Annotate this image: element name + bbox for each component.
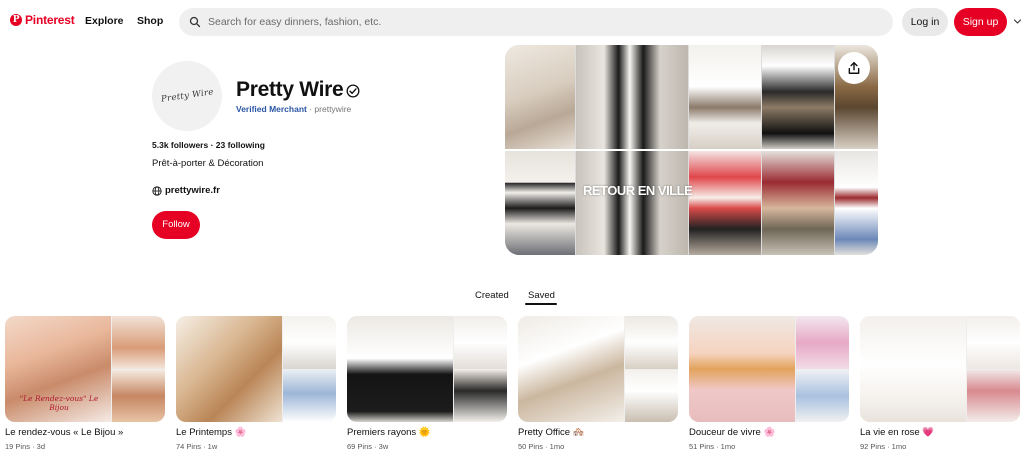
cover-photo-5 bbox=[762, 45, 834, 149]
active-tab-indicator bbox=[525, 303, 557, 305]
pinterest-logo[interactable]: P Pinterest bbox=[10, 13, 75, 27]
profile-cover-collage[interactable] bbox=[505, 45, 878, 255]
search-input[interactable] bbox=[208, 16, 828, 28]
pinterest-logo-text: Pinterest bbox=[25, 13, 75, 27]
board-title: Le rendez-vous « Le Bijou » bbox=[5, 427, 124, 438]
board-cover bbox=[518, 316, 678, 422]
board-title: Douceur de vivre 🌸 bbox=[689, 427, 776, 438]
board-card-pretty-office[interactable]: Pretty Office 🏘️ 50 Pins · 1mo bbox=[518, 316, 678, 451]
follow-button[interactable]: Follow bbox=[152, 211, 200, 239]
board-cover bbox=[176, 316, 336, 422]
profile-handle: prettywire bbox=[314, 104, 352, 114]
log-in-button[interactable]: Log in bbox=[902, 8, 948, 36]
tab-created[interactable]: Created bbox=[475, 290, 509, 301]
profile-name: Pretty Wire bbox=[236, 78, 344, 101]
tab-saved[interactable]: Saved bbox=[528, 290, 555, 301]
nav-explore-link[interactable]: Explore bbox=[85, 15, 124, 27]
cover-photo-4 bbox=[689, 151, 761, 255]
follower-stats[interactable]: 5.3k followers · 23 following bbox=[152, 140, 265, 150]
cover-photo-1 bbox=[505, 45, 575, 149]
board-card-douceur-de-vivre[interactable]: Douceur de vivre 🌸 51 Pins · 1mo bbox=[689, 316, 849, 451]
board-side-image-top bbox=[454, 316, 507, 369]
verified-check-icon bbox=[346, 84, 360, 98]
board-card-la-vie-en-rose[interactable]: La vie en rose 💗 92 Pins · 1mo bbox=[860, 316, 1020, 451]
board-main-image bbox=[860, 316, 966, 422]
board-cover: "Le Rendez-vous" Le Bijou bbox=[5, 316, 165, 422]
avatar-logo-text: Pretty Wire bbox=[160, 87, 214, 105]
search-bar[interactable] bbox=[179, 8, 893, 36]
board-main-image bbox=[518, 316, 624, 422]
board-side-image-top bbox=[796, 316, 849, 369]
cover-divider bbox=[505, 149, 878, 151]
board-meta: 19 Pins · 3d bbox=[5, 442, 46, 451]
cover-photo-6 bbox=[762, 151, 834, 255]
board-meta: 69 Pins · 3w bbox=[347, 442, 389, 451]
website-url: prettywire.fr bbox=[165, 185, 220, 196]
board-side-image-top bbox=[625, 316, 678, 369]
cover-photo-3 bbox=[689, 45, 761, 149]
board-meta: 92 Pins · 1mo bbox=[860, 442, 907, 451]
board-side-image-bottom bbox=[796, 370, 849, 422]
board-cover bbox=[347, 316, 507, 422]
board-meta: 50 Pins · 1mo bbox=[518, 442, 565, 451]
sign-up-button[interactable]: Sign up bbox=[954, 8, 1007, 36]
profile-website-link[interactable]: prettywire.fr bbox=[152, 185, 220, 196]
cover-photo-2 bbox=[505, 151, 575, 255]
board-cover bbox=[860, 316, 1020, 422]
profile-bio: Prêt-à-porter & Décoration bbox=[152, 158, 264, 169]
board-card-le-printemps[interactable]: Le Printemps 🌸 74 Pins · 1w bbox=[176, 316, 336, 451]
board-side-image-top bbox=[967, 316, 1020, 369]
board-side-image-bottom bbox=[283, 370, 336, 422]
nav-shop-link[interactable]: Shop bbox=[137, 15, 163, 27]
share-upload-icon bbox=[848, 62, 860, 74]
top-navigation-bar: P Pinterest Explore Shop Log in Sign up bbox=[0, 0, 1024, 44]
board-main-image bbox=[347, 316, 453, 422]
cover-photo-8 bbox=[835, 151, 878, 255]
share-button[interactable] bbox=[838, 52, 870, 84]
board-cover bbox=[689, 316, 849, 422]
board-side-image-bottom bbox=[967, 370, 1020, 422]
board-card-premiers-rayons[interactable]: Premiers rayons 🌞 69 Pins · 3w bbox=[347, 316, 507, 451]
board-side-image-top bbox=[283, 316, 336, 369]
cover-overlay-title: RETOUR EN VILLE bbox=[583, 183, 693, 198]
verified-merchant-label[interactable]: Verified Merchant bbox=[236, 104, 307, 114]
globe-icon bbox=[152, 185, 162, 196]
board-title: Pretty Office 🏘️ bbox=[518, 427, 585, 438]
board-side-image-bottom bbox=[454, 370, 507, 422]
chevron-down-icon[interactable] bbox=[1013, 17, 1022, 26]
profile-subline: Verified Merchant · prettywire bbox=[236, 104, 351, 114]
pinterest-logo-icon: P bbox=[10, 14, 22, 26]
board-title: La vie en rose 💗 bbox=[860, 427, 935, 438]
board-image-caption: "Le Rendez-vous" Le Bijou bbox=[19, 394, 99, 412]
search-icon bbox=[189, 16, 201, 28]
board-side-image-top bbox=[112, 316, 165, 369]
board-title: Le Printemps 🌸 bbox=[176, 427, 247, 438]
board-card-le-bijou[interactable]: "Le Rendez-vous" Le Bijou Le rendez-vous… bbox=[5, 316, 165, 451]
board-title: Premiers rayons 🌞 bbox=[347, 427, 431, 438]
board-main-image bbox=[176, 316, 282, 422]
board-meta: 51 Pins · 1mo bbox=[689, 442, 736, 451]
board-meta: 74 Pins · 1w bbox=[176, 442, 218, 451]
board-side-image-bottom bbox=[112, 370, 165, 422]
board-main-image bbox=[689, 316, 795, 422]
board-side-image-bottom bbox=[625, 370, 678, 422]
profile-avatar[interactable]: Pretty Wire bbox=[152, 61, 222, 131]
